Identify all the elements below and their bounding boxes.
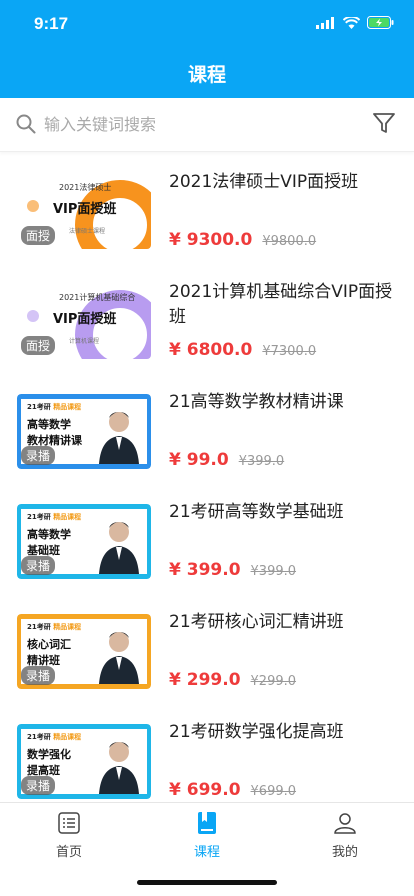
course-title[interactable]: 2021计算机基础综合VIP面授班 [169,280,401,330]
thumb-heading: 数学强化 [27,748,71,761]
thumb-brand: 21考研 精品课程 [27,402,81,412]
thumb-dot-decoration [27,310,39,322]
course-price: ¥ 99.0 [169,450,229,470]
course-item[interactable]: 2021计算机基础综合 VIP面授班 计算机课程 面授 2021计算机基础综合VIP面授… [0,268,414,378]
thumb-brand-highlight: 精品课程 [53,733,82,741]
tab-courses[interactable]: 课程 [167,811,247,860]
original-price: ¥399.0 [250,564,297,579]
thumb-brand-year: 21考研 [27,623,51,631]
battery-charging-icon [367,16,394,29]
course-item[interactable]: 21考研 精品课程 高等数学 教材精讲课 录播 21高等数学教材精讲课 ¥ 99.0 ¥39… [0,378,414,488]
tab-mine-label: 我的 [331,845,358,860]
course-price: ¥ 6800.0 [169,340,253,360]
course-type-tag: 面授 [21,336,56,355]
status-icons [316,16,394,29]
original-price: ¥299.0 [250,674,297,689]
course-type-tag: 录播 [21,666,56,685]
teacher-portrait [99,632,139,684]
course-item[interactable]: 21考研 精品课程 高等数学 基础班 录播 21考研高等数学基础班 ¥ 399.0 ¥399… [0,488,414,598]
course-item[interactable]: 21考研 精品课程 数学强化 提高班 录播 21考研数学强化提高班 ¥ 699.0 ¥699… [0,708,414,802]
course-title[interactable]: 21考研数学强化提高班 [169,720,401,745]
course-thumbnail[interactable]: 21考研 精品课程 数学强化 提高班 录播 [17,724,151,799]
thumb-heading: 核心词汇 [27,638,71,651]
course-list: 2021法律硕士 VIP面授班 法律硕士课程 面授 2021法律硕士VIP面授班 ¥ 93… [0,158,414,802]
course-title[interactable]: 21高等数学教材精讲课 [169,390,401,415]
tab-courses-label: 课程 [193,845,220,860]
course-title[interactable]: 2021法律硕士VIP面授班 [169,170,401,195]
original-price: ¥7300.0 [262,344,317,359]
user-icon [334,813,356,834]
course-thumbnail[interactable]: 21考研 精品课程 核心词汇 精讲班 录播 [17,614,151,689]
price-row: ¥ 99.0 ¥399.0 [169,450,284,470]
course-price: ¥ 299.0 [169,670,241,690]
original-price: ¥9800.0 [262,234,317,249]
course-type-tag: 录播 [21,776,56,795]
status-time: 9:17 [34,14,69,33]
filter-icon[interactable] [372,111,396,135]
course-item[interactable]: 2021法律硕士 VIP面授班 法律硕士课程 面授 2021法律硕士VIP面授班 ¥ 93… [0,158,414,268]
thumb-brand-highlight: 精品课程 [53,513,82,521]
thumb-brand-year: 21考研 [27,733,51,741]
thumb-subtitle: 2021法律硕士 [59,183,112,192]
thumb-brand: 21考研 精品课程 [27,622,81,632]
home-indicator [137,880,277,885]
course-thumbnail[interactable]: 21考研 精品课程 高等数学 教材精讲课 录播 [17,394,151,469]
teacher-portrait [99,742,139,794]
thumb-caption: 法律硕士课程 [69,228,106,235]
book-icon [198,812,216,834]
course-type-tag: 录播 [21,446,56,465]
thumb-brand: 21考研 精品课程 [27,732,81,742]
search-input[interactable] [44,110,344,138]
top-header: 9:17 课程 [0,0,414,98]
price-row: ¥ 399.0 ¥399.0 [169,560,296,580]
thumb-brand: 21考研 精品课程 [27,512,81,522]
price-row: ¥ 299.0 ¥299.0 [169,670,296,690]
search-icon[interactable] [16,114,36,134]
course-title[interactable]: 21考研高等数学基础班 [169,500,401,525]
course-type-tag: 录播 [21,556,56,575]
signal-icon [316,16,334,29]
home-list-icon [58,812,80,834]
thumb-brand-year: 21考研 [27,403,51,411]
tab-home-label: 首页 [55,845,82,860]
thumb-brand-highlight: 精品课程 [53,623,82,631]
course-price: ¥ 399.0 [169,560,241,580]
course-item[interactable]: 21考研 精品课程 核心词汇 精讲班 录播 21考研核心词汇精讲班 ¥ 299.0 ¥299… [0,598,414,708]
thumb-subtitle: 2021计算机基础综合 [59,293,136,302]
course-thumbnail[interactable]: 2021计算机基础综合 VIP面授班计算机课程 面授 [17,284,151,359]
search-bar [0,98,414,152]
page-title: 课程 [187,64,226,86]
course-price: ¥ 9300.0 [169,230,253,250]
teacher-portrait [99,522,139,574]
tab-home[interactable]: 首页 [29,811,109,860]
course-price: ¥ 699.0 [169,780,241,800]
thumb-heading: VIP面授班 [53,202,117,217]
price-row: ¥ 9300.0 ¥9800.0 [169,230,316,250]
price-row: ¥ 6800.0 ¥7300.0 [169,340,316,360]
thumb-heading: 高等数学 [27,528,71,541]
tab-mine[interactable]: 我的 [305,811,385,860]
thumb-heading: VIP面授班 [53,312,117,327]
course-thumbnail[interactable]: 2021法律硕士 VIP面授班法律硕士课程 面授 [17,174,151,249]
original-price: ¥399.0 [238,454,285,469]
course-type-tag: 面授 [21,226,56,245]
thumb-caption: 计算机课程 [69,338,100,345]
course-title[interactable]: 21考研核心词汇精讲班 [169,610,401,635]
teacher-portrait [99,412,139,464]
thumb-heading: 高等数学 [27,418,71,431]
thumb-brand-highlight: 精品课程 [53,403,82,411]
original-price: ¥699.0 [250,784,297,799]
price-row: ¥ 699.0 ¥699.0 [169,780,296,800]
thumb-brand-year: 21考研 [27,513,51,521]
thumb-dot-decoration [27,200,39,212]
course-thumbnail[interactable]: 21考研 精品课程 高等数学 基础班 录播 [17,504,151,579]
wifi-icon [343,16,360,29]
